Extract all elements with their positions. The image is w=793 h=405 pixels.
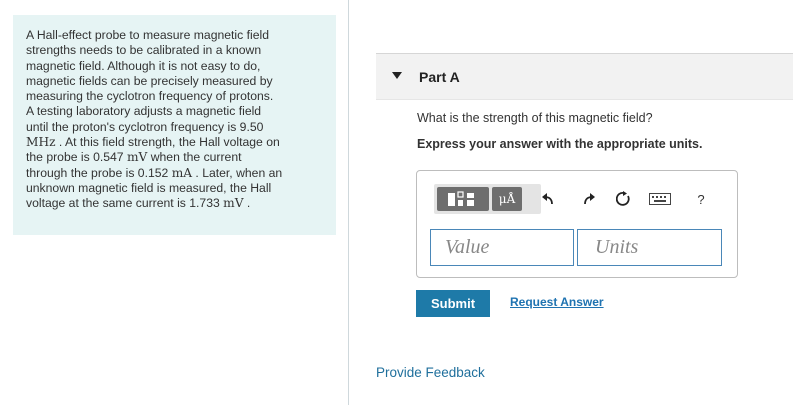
help-button[interactable]: ? [692,190,710,208]
problem-line: through the probe is 0.152 mA . Later, w… [26,166,326,181]
left-column: A Hall-effect probe to measure magnetic … [0,0,349,405]
value-input[interactable]: Value [430,229,574,266]
units-icon: μÅ [498,192,516,206]
problem-line: measuring the cyclotron frequency of pro… [26,89,274,104]
problem-line: the probe is 0.547 mV when the current [26,150,326,165]
problem-text: . Later, when an [192,165,283,180]
units-placeholder: Units [595,236,639,258]
undo-button[interactable] [539,190,557,208]
problem-text: . At this field strength, the Hall volta… [55,135,280,150]
answer-panel: μÅ ? Value Units [416,170,738,278]
templates-icon [448,191,474,206]
collapse-caret-icon[interactable] [392,72,402,79]
templates-button[interactable] [437,187,489,211]
redo-icon [584,193,595,205]
submit-button[interactable]: Submit [416,290,490,317]
problem-text: the probe is 0.547 [26,150,127,165]
keyboard-button[interactable] [648,190,672,208]
request-answer-link[interactable]: Request Answer [510,295,604,309]
problem-line: MHz . At this field strength, the Hall v… [26,135,326,150]
problem-text: when the current [147,150,242,165]
problem-line: until the proton's cyclotron frequency i… [26,119,264,134]
reset-icon [616,191,630,206]
math-unit: mV [126,150,148,165]
problem-text: . [243,196,251,211]
units-button[interactable]: μÅ [492,187,522,211]
math-unit: MHz [26,135,56,150]
value-placeholder: Value [445,236,490,258]
problem-line: A Hall-effect probe to measure magnetic … [26,28,269,42]
problem-line: voltage at the same current is 1.733 mV … [26,196,326,211]
problem-text: voltage at the same current is 1.733 [26,196,224,211]
problem-text: through the probe is 0.152 [26,165,172,180]
undo-icon [542,193,553,205]
problem-line: A testing laboratory adjusts a magnetic … [26,104,262,119]
math-toolbar: μÅ [434,184,541,214]
units-input[interactable]: Units [577,229,722,266]
instruction-text: Express your answer with the appropriate… [417,137,703,151]
problem-line: unknown magnetic field is measured, the … [26,180,272,195]
question-text: What is the strength of this magnetic fi… [417,111,653,125]
part-header[interactable]: Part A [376,53,793,100]
part-title: Part A [419,69,460,85]
math-unit: mA [171,165,193,180]
keyboard-icon [649,193,671,205]
problem-line: magnetic field. Although it is not easy … [26,58,261,73]
help-icon: ? [697,191,705,207]
reset-button[interactable] [615,190,633,208]
math-unit: mV [223,196,244,211]
problem-statement: A Hall-effect probe to measure magnetic … [13,15,336,235]
problem-line: magnetic fields can be precisely measure… [26,73,273,88]
redo-button[interactable] [580,190,598,208]
provide-feedback-link[interactable]: Provide Feedback [376,365,485,380]
problem-line: strengths needs to be calibrated in a kn… [26,43,262,58]
